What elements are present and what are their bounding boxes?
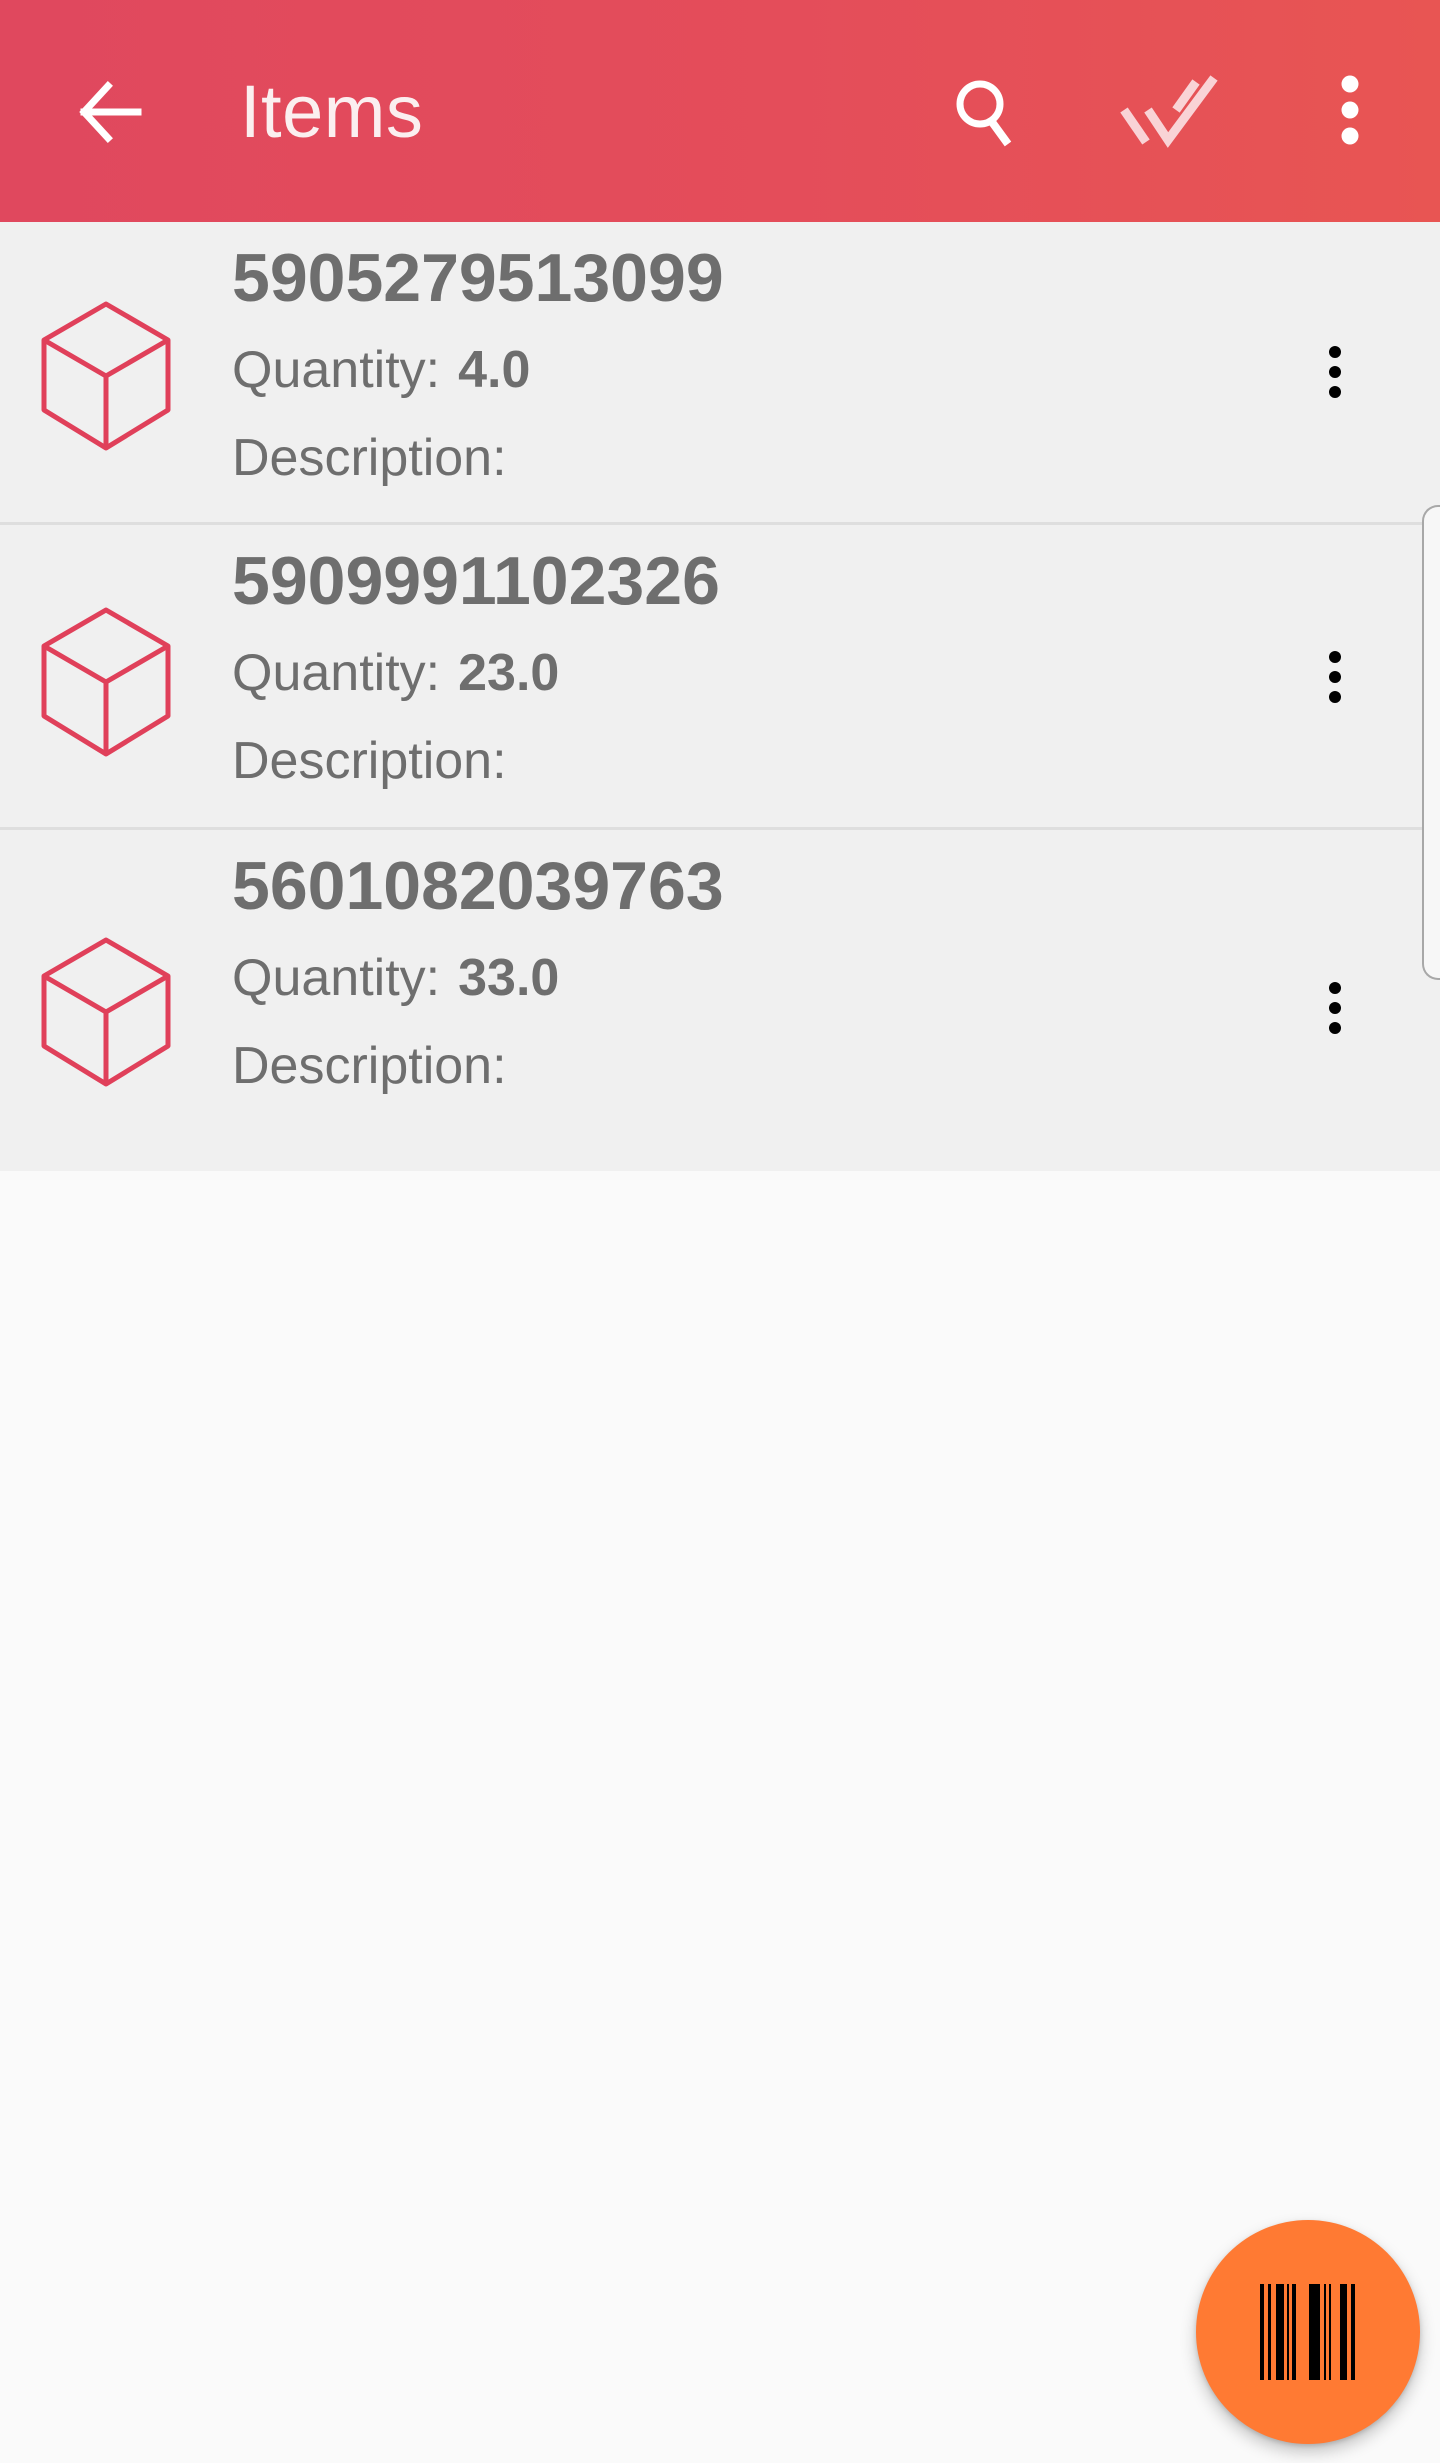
back-button[interactable] — [70, 72, 150, 152]
select-all-button[interactable] — [1118, 72, 1250, 152]
quantity-label: Quantity: — [232, 949, 441, 1007]
double-check-icon — [1120, 75, 1218, 148]
item-menu-button[interactable] — [1318, 342, 1352, 402]
cube-icon — [41, 607, 171, 757]
barcode-scan-icon — [1260, 2284, 1355, 2380]
description-label: Description: — [232, 732, 507, 790]
description-label: Description: — [232, 1037, 507, 1095]
more-vert-icon — [1329, 346, 1341, 398]
more-vert-icon — [1329, 982, 1341, 1034]
back-arrow-icon — [79, 81, 142, 143]
scan-barcode-button[interactable] — [1196, 2220, 1420, 2444]
item-quantity: Quantity: 33.0 — [232, 948, 559, 1008]
list-item[interactable]: 5909991102326 Quantity: 23.0 Description: — [0, 525, 1440, 830]
app-bar: Items — [0, 0, 1440, 222]
item-quantity: Quantity: 4.0 — [232, 340, 530, 400]
description-label: Description: — [232, 429, 507, 487]
search-button[interactable] — [950, 72, 1030, 152]
item-barcode: 5909991102326 — [232, 543, 720, 619]
item-barcode: 5905279513099 — [232, 240, 724, 316]
page-title: Items — [240, 70, 424, 153]
quantity-value: 4.0 — [458, 341, 531, 399]
item-description: Description: — [232, 428, 507, 488]
item-barcode: 5601082039763 — [232, 848, 724, 924]
quantity-label: Quantity: — [232, 644, 441, 702]
item-description: Description: — [232, 1036, 507, 1096]
list-item[interactable]: 5905279513099 Quantity: 4.0 Description: — [0, 222, 1440, 525]
item-description: Description: — [232, 731, 507, 791]
quantity-value: 23.0 — [458, 644, 560, 702]
more-vert-icon — [1341, 75, 1359, 145]
items-list: 5905279513099 Quantity: 4.0 Description: … — [0, 222, 1440, 1171]
overflow-menu-button[interactable] — [1330, 72, 1370, 152]
edge-panel-handle[interactable] — [1422, 505, 1440, 980]
list-item[interactable]: 5601082039763 Quantity: 33.0 Description: — [0, 830, 1440, 1171]
item-menu-button[interactable] — [1318, 647, 1352, 707]
item-quantity: Quantity: 23.0 — [232, 643, 559, 703]
more-vert-icon — [1329, 651, 1341, 703]
cube-icon — [41, 301, 171, 451]
cube-icon — [41, 937, 171, 1087]
item-menu-button[interactable] — [1318, 978, 1352, 1038]
quantity-value: 33.0 — [458, 949, 560, 1007]
search-icon — [956, 80, 1012, 147]
quantity-label: Quantity: — [232, 341, 441, 399]
